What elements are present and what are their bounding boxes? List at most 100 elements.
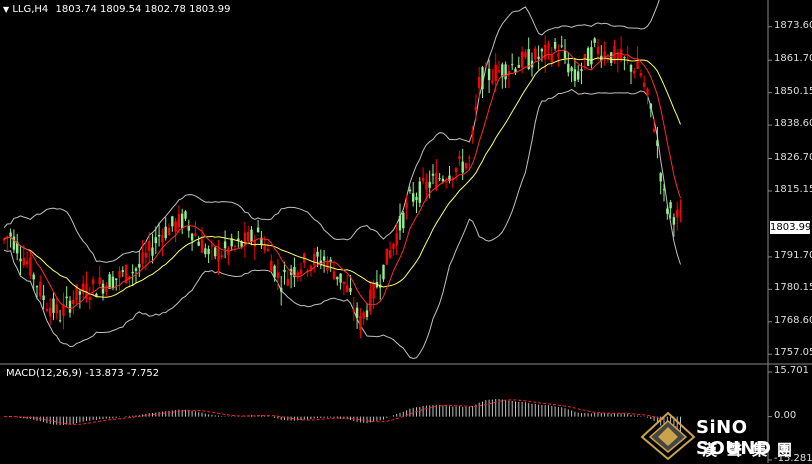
candle-body [481,67,484,90]
candle-body [415,196,418,200]
candle-body [666,208,669,214]
price-chart[interactable] [0,0,812,463]
candle-body [266,249,270,251]
candle-body [583,54,586,59]
candle-body [204,248,207,255]
candle-body [118,271,121,278]
candle-body [35,286,39,288]
candle-body [200,239,204,253]
candle-body [42,295,45,301]
candle-body [557,53,560,57]
candle-body [154,237,157,244]
candle-body [355,307,359,318]
candle-body [656,140,659,146]
bollinger-bands [3,0,681,360]
candle-body [520,51,524,68]
candle-body [280,287,283,292]
candle-body [313,254,316,266]
candle-body [19,258,22,262]
candle-body [250,229,253,242]
sino-sound-logo: SiNO SOUND 漢聲集團 [638,409,808,461]
candle-body [445,181,448,183]
candle-body [217,248,220,262]
candle-body [405,202,408,209]
candle-body [672,217,676,225]
candle-body [577,71,580,80]
price-tick-label: 1815.15 [774,183,812,195]
candle-body [22,258,25,266]
candle-body [623,57,626,59]
candle-body [58,320,62,322]
candle-body [349,288,352,292]
candle-body [596,46,600,55]
candle-body [438,178,441,180]
candle-body [78,291,82,295]
candle-body [372,282,375,299]
price-tick-label: 1757.05 [774,347,812,359]
logo-name-cn: 漢聲集團 [702,441,803,459]
candle-body [157,235,161,237]
candle-body [276,272,280,278]
candle-body [398,215,402,231]
macd-panel [4,399,681,435]
ohlc-values: 1803.74 1809.54 1802.78 1803.99 [55,4,231,15]
candle-body [606,59,610,61]
candle-body [567,63,570,73]
candle-body [220,255,223,258]
candle-body [273,265,276,278]
candle-body [45,308,49,311]
candle-body [49,307,52,317]
current-price-tag: 1803.99 [770,221,812,234]
moving-averages [3,49,681,310]
candle-body [540,49,544,52]
candle-body [299,269,303,275]
candle-body [91,279,95,285]
collapse-arrow-icon[interactable]: ▼ [3,5,9,14]
candle-body [610,52,613,63]
candle-body [283,269,286,272]
candle-body [511,64,514,66]
candle-body [148,240,151,251]
candle-body [121,270,124,272]
candle-body [402,212,405,229]
candle-body [382,264,385,280]
candle-body [167,227,171,236]
candle-body [497,70,501,72]
candle-body [359,315,362,330]
candle-body [339,273,342,283]
candle-body [676,209,679,218]
candle-body [560,45,563,47]
candle-body [164,226,167,239]
candle-body [441,178,445,182]
candle-body [454,168,458,173]
candle-body [352,309,355,312]
candle-body [639,73,643,76]
price-tick-label: 1826.70 [774,151,812,163]
candle-body [408,189,412,192]
candle-body [105,285,108,292]
macd-tick-label: 15.701 [774,365,809,376]
candle-body [461,161,464,173]
candle-body [181,213,184,229]
candle-body [2,238,6,241]
candle-body [332,271,336,280]
candle-body [421,177,425,182]
candle-body [494,64,497,81]
candle-body [471,130,474,135]
price-tick-label: 1791.70 [774,249,812,261]
bollinger-upper-line [3,0,660,263]
candle-body [633,70,636,74]
candle-body [570,67,573,72]
candle-body [425,181,428,190]
candle-body [177,213,181,228]
candle-body [553,42,557,49]
candle-body [392,243,395,249]
candle-body [636,60,639,69]
candle-body [395,233,398,246]
candle-body [573,69,577,81]
candle-body [144,252,148,258]
candle-body [346,285,349,292]
candle-body [550,55,553,63]
candle-body [161,235,164,243]
candle-body [29,257,32,276]
